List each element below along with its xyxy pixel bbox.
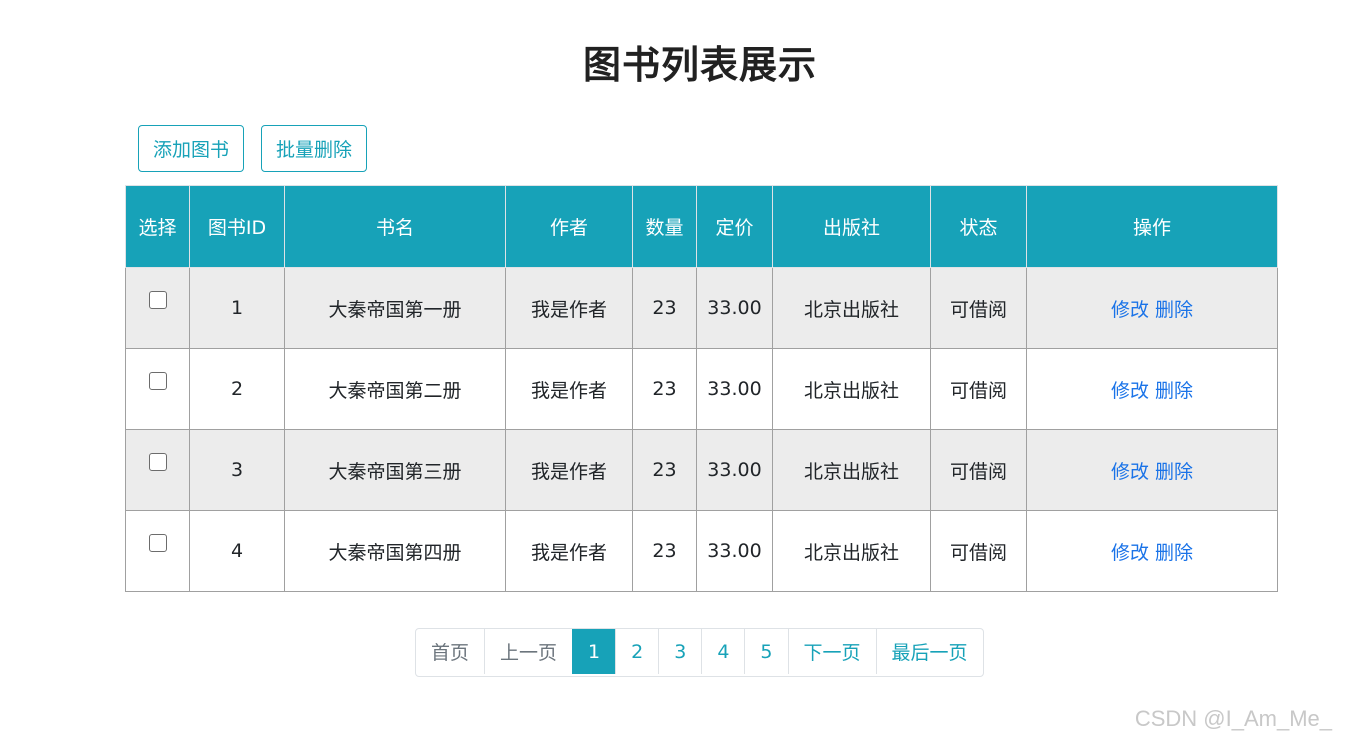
edit-link[interactable]: 修改: [1111, 461, 1149, 483]
select-cell: [125, 267, 190, 349]
watermark: CSDN @I_Am_Me_: [1134, 706, 1332, 731]
book-name-cell: 大秦帝国第四册: [284, 510, 506, 592]
delete-link[interactable]: 删除: [1155, 461, 1193, 483]
actions-cell: 修改 删除: [1026, 429, 1278, 511]
header-select: 选择: [125, 185, 190, 268]
last-page-button[interactable]: 最后一页: [875, 629, 983, 674]
header-publisher: 出版社: [772, 185, 931, 268]
page-5-button[interactable]: 5: [744, 629, 787, 674]
edit-link[interactable]: 修改: [1111, 299, 1149, 321]
count-cell: 23: [632, 429, 697, 511]
row-checkbox[interactable]: [148, 533, 167, 552]
book-name-cell: 大秦帝国第三册: [284, 429, 506, 511]
count-cell: 23: [632, 267, 697, 349]
count-cell: 23: [632, 510, 697, 592]
add-book-button[interactable]: 添加图书: [138, 125, 245, 172]
table-header-row: 选择 图书ID 书名 作者 数量 定价 出版社 状态 操作: [125, 185, 1278, 268]
publisher-cell: 北京出版社: [772, 429, 931, 511]
toolbar: 添加图书 批量删除: [138, 125, 368, 172]
delete-link[interactable]: 删除: [1155, 380, 1193, 402]
page-1-button[interactable]: 1: [572, 629, 616, 674]
publisher-cell: 北京出版社: [772, 510, 931, 592]
price-cell: 33.00: [696, 510, 773, 592]
table-row: 4 大秦帝国第四册 我是作者 23 33.00 北京出版社 可借阅 修改 删除: [125, 510, 1278, 592]
actions-cell: 修改 删除: [1026, 348, 1278, 430]
delete-link[interactable]: 删除: [1155, 299, 1193, 321]
book-id-cell: 2: [189, 348, 285, 430]
batch-delete-button[interactable]: 批量删除: [261, 125, 368, 172]
author-cell: 我是作者: [505, 429, 633, 511]
first-page-button[interactable]: 首页: [416, 629, 484, 674]
delete-link[interactable]: 删除: [1155, 542, 1193, 564]
edit-link[interactable]: 修改: [1111, 542, 1149, 564]
price-cell: 33.00: [696, 348, 773, 430]
author-cell: 我是作者: [505, 267, 633, 349]
status-cell: 可借阅: [930, 348, 1027, 430]
next-page-button[interactable]: 下一页: [787, 629, 876, 674]
author-cell: 我是作者: [505, 510, 633, 592]
header-actions: 操作: [1026, 185, 1278, 268]
page-2-button[interactable]: 2: [615, 629, 658, 674]
price-cell: 33.00: [696, 429, 773, 511]
status-cell: 可借阅: [930, 510, 1027, 592]
actions-cell: 修改 删除: [1026, 267, 1278, 349]
author-cell: 我是作者: [505, 348, 633, 430]
page-title: 图书列表展示: [582, 43, 817, 87]
table-row: 1 大秦帝国第一册 我是作者 23 33.00 北京出版社 可借阅 修改 删除: [125, 267, 1278, 349]
book-id-cell: 1: [189, 267, 285, 349]
status-cell: 可借阅: [930, 429, 1027, 511]
header-count: 数量: [632, 185, 697, 268]
header-status: 状态: [930, 185, 1027, 268]
row-checkbox[interactable]: [148, 371, 167, 390]
book-table: 选择 图书ID 书名 作者 数量 定价 出版社 状态 操作 1 大秦帝国第一册 …: [125, 185, 1278, 592]
header-book-name: 书名: [284, 185, 506, 268]
book-name-cell: 大秦帝国第一册: [284, 267, 506, 349]
header-price: 定价: [696, 185, 773, 268]
header-author: 作者: [505, 185, 633, 268]
select-cell: [125, 429, 190, 511]
row-checkbox[interactable]: [148, 290, 167, 309]
table-row: 2 大秦帝国第二册 我是作者 23 33.00 北京出版社 可借阅 修改 删除: [125, 348, 1278, 430]
book-id-cell: 4: [189, 510, 285, 592]
price-cell: 33.00: [696, 267, 773, 349]
status-cell: 可借阅: [930, 267, 1027, 349]
select-cell: [125, 510, 190, 592]
publisher-cell: 北京出版社: [772, 267, 931, 349]
actions-cell: 修改 删除: [1026, 510, 1278, 592]
select-cell: [125, 348, 190, 430]
table-row: 3 大秦帝国第三册 我是作者 23 33.00 北京出版社 可借阅 修改 删除: [125, 429, 1278, 511]
page-4-button[interactable]: 4: [701, 629, 744, 674]
publisher-cell: 北京出版社: [772, 348, 931, 430]
header-book-id: 图书ID: [189, 185, 285, 268]
count-cell: 23: [632, 348, 697, 430]
page-3-button[interactable]: 3: [658, 629, 701, 674]
book-name-cell: 大秦帝国第二册: [284, 348, 506, 430]
edit-link[interactable]: 修改: [1111, 380, 1149, 402]
row-checkbox[interactable]: [148, 452, 167, 471]
book-id-cell: 3: [189, 429, 285, 511]
prev-page-button[interactable]: 上一页: [484, 629, 572, 674]
pagination: 首页 上一页 1 2 3 4 5 下一页 最后一页: [415, 628, 984, 677]
